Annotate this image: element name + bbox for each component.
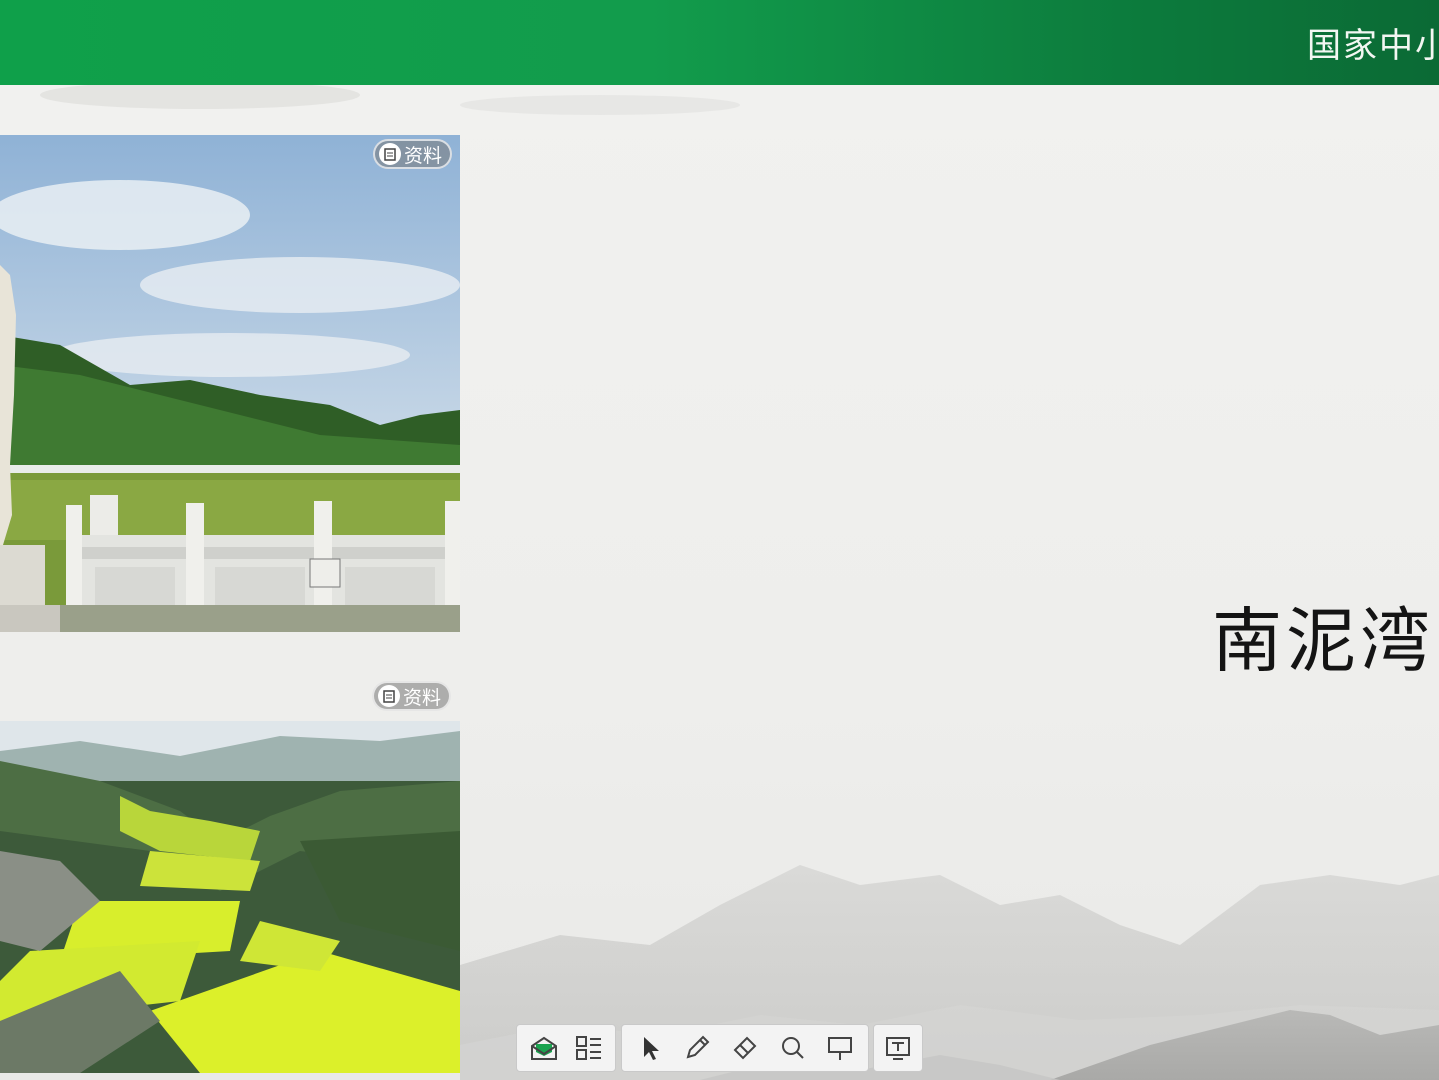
photo-aerial-fields <box>0 721 460 1073</box>
badge-label: 资料 <box>404 144 443 167</box>
toolbar-group-share <box>516 1024 616 1072</box>
whiteboard-icon[interactable] <box>816 1026 864 1070</box>
resource-badge-1[interactable]: 资料 <box>373 139 453 169</box>
slide-title: 南泥湾 <box>1212 600 1434 682</box>
search-icon[interactable] <box>769 1026 817 1070</box>
platform-title: 国家中小学智慧教育平台 <box>1307 26 1439 66</box>
pointer-icon[interactable] <box>626 1026 674 1070</box>
presentation-icon[interactable] <box>878 1026 918 1070</box>
envelope-icon[interactable] <box>521 1026 566 1070</box>
eraser-icon[interactable] <box>721 1026 769 1070</box>
document-icon <box>379 143 401 165</box>
toolbar-group-present <box>873 1024 923 1072</box>
document-icon <box>378 685 400 707</box>
badge-label: 资料 <box>403 686 442 709</box>
photo-monument-valley <box>0 135 460 632</box>
pen-icon[interactable] <box>674 1026 722 1070</box>
layout-grid-icon[interactable] <box>566 1026 611 1070</box>
resource-badge-2[interactable]: 资料 <box>372 681 452 711</box>
top-banner: 国家中小学智慧教育平台 <box>0 0 1439 85</box>
slide-canvas: 资料 资料 南泥湾 <box>0 85 1439 1080</box>
toolbar-group-annotate <box>621 1024 869 1072</box>
